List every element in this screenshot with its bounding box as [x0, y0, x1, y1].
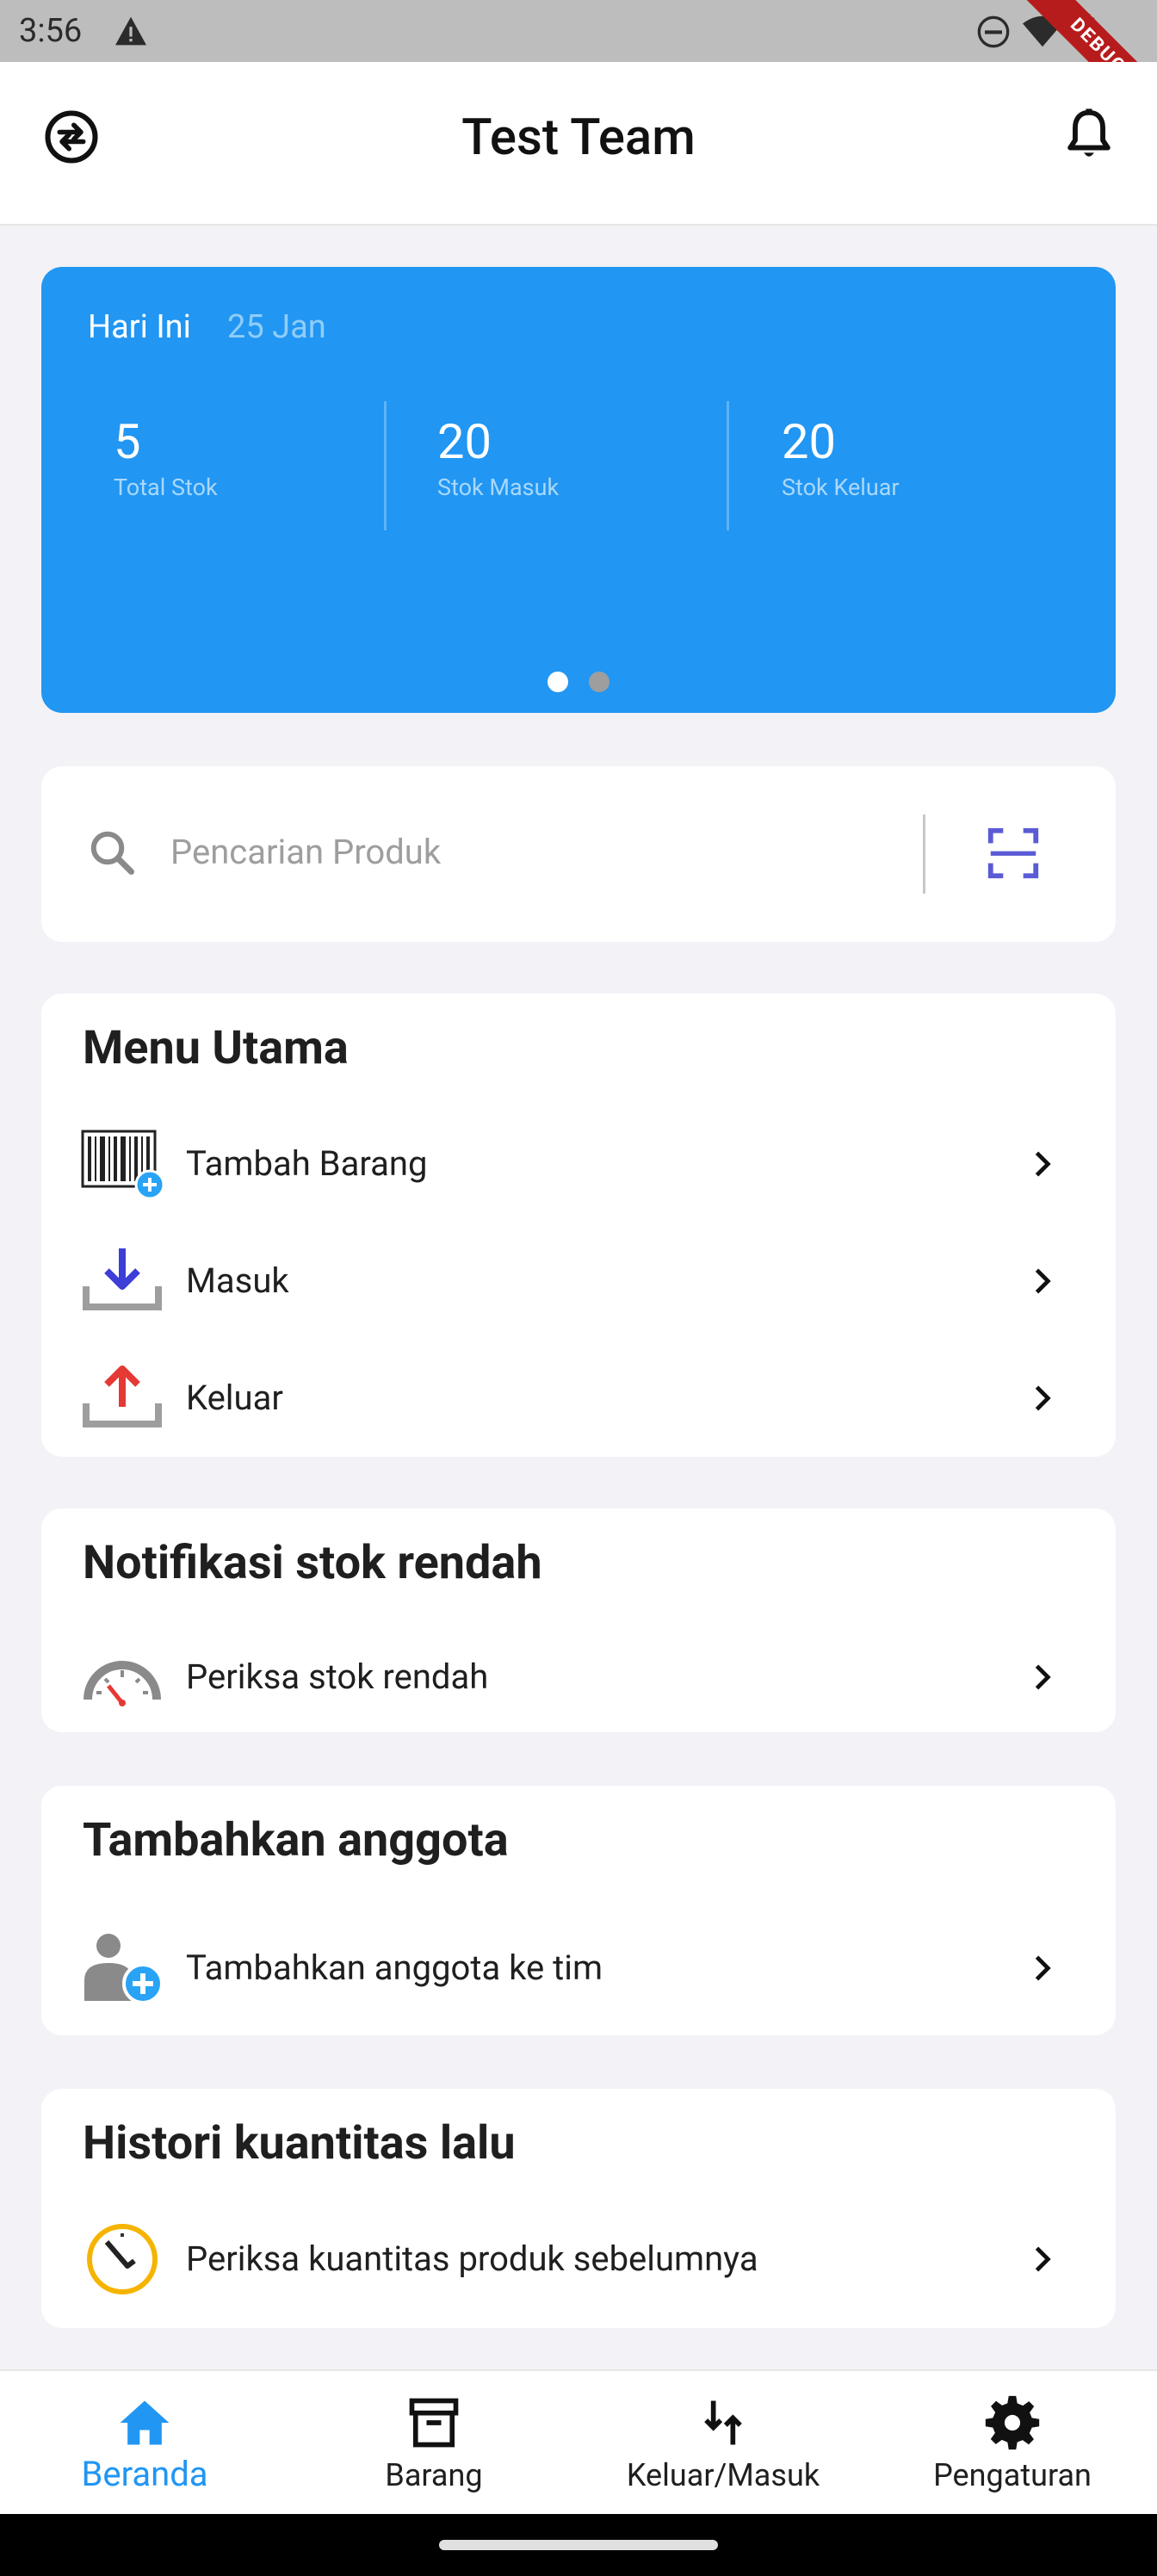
barcode-scan-icon[interactable] — [983, 823, 1043, 883]
stat-stock-in: 20 Stok Masuk — [437, 413, 559, 501]
stat-stock-out: 20 Stok Keluar — [782, 413, 900, 501]
add-member-card: Tambahkan anggota Tambahkan anggota ke t… — [41, 1786, 1116, 2035]
nav-in-out[interactable]: Keluar/Masuk — [578, 2371, 868, 2516]
chevron-right-icon — [1035, 1268, 1051, 1294]
low-stock-title: Notifikasi stok rendah — [83, 1536, 542, 1590]
search-divider — [923, 814, 925, 894]
status-time: 3:56 — [19, 12, 83, 50]
menu-item-label: Tambah Barang — [186, 1143, 428, 1184]
nav-settings[interactable]: Pengaturan — [868, 2371, 1157, 2516]
carousel-dot[interactable] — [589, 672, 609, 692]
menu-item-stock-out[interactable]: Keluar — [41, 1341, 1116, 1453]
carousel-dot-active[interactable] — [548, 672, 568, 692]
product-search-bar[interactable]: Pencarian Produk — [41, 766, 1116, 942]
gear-icon — [985, 2395, 1040, 2450]
do-not-disturb-icon — [977, 15, 1010, 48]
add-member-title: Tambahkan anggota — [83, 1813, 509, 1867]
chevron-right-icon — [1035, 1151, 1051, 1177]
chevron-right-icon — [1035, 2246, 1051, 2272]
add-person-icon — [84, 1934, 164, 2004]
bottom-navigation: Beranda Barang Keluar/Masuk Pengaturan — [0, 2369, 1157, 2514]
stat-label: Stok Masuk — [437, 474, 560, 501]
summary-carousel[interactable]: Hari Ini 25 Jan 5 Total Stok 20 Stok Mas… — [41, 267, 1116, 713]
home-icon — [120, 2400, 170, 2445]
search-input[interactable]: Pencarian Produk — [170, 832, 441, 872]
nav-products[interactable]: Barang — [289, 2371, 578, 2516]
archive-box-icon — [409, 2398, 459, 2448]
nav-label: Pengaturan — [933, 2457, 1092, 2493]
summary-date: 25 Jan — [227, 308, 326, 346]
menu-item-label: Tambahkan anggota ke tim — [186, 1947, 603, 1988]
notification-bell-icon[interactable] — [1059, 105, 1119, 165]
check-low-stock-item[interactable]: Periksa stok rendah — [41, 1620, 1116, 1732]
summary-day-label: Hari Ini — [88, 308, 191, 346]
stat-divider — [384, 401, 387, 530]
upload-tray-icon — [83, 1365, 162, 1427]
stat-value: 5 — [114, 413, 141, 470]
low-stock-card: Notifikasi stok rendah Periksa stok rend… — [41, 1508, 1116, 1732]
menu-item-stock-in[interactable]: Masuk — [41, 1224, 1116, 1336]
stat-label: Total Stok — [114, 474, 218, 501]
stat-label: Stok Keluar — [782, 474, 900, 501]
menu-item-label: Masuk — [186, 1260, 289, 1301]
history-title: Histori kuantitas lalu — [83, 2116, 516, 2170]
nav-label: Beranda — [81, 2454, 208, 2494]
history-card: Histori kuantitas lalu Periksa kuantitas… — [41, 2089, 1116, 2328]
menu-item-label: Periksa stok rendah — [186, 1656, 489, 1697]
chevron-right-icon — [1035, 1385, 1051, 1411]
carousel-indicator — [41, 672, 1116, 692]
nav-label: Keluar/Masuk — [626, 2457, 820, 2493]
stat-value: 20 — [782, 413, 836, 470]
check-history-item[interactable]: Periksa kuantitas produk sebelumnya — [41, 2202, 1116, 2314]
stat-value: 20 — [437, 413, 492, 470]
stat-divider — [727, 401, 729, 530]
main-menu-card: Menu Utama Tambah Barang Masuk Keluar — [41, 994, 1116, 1457]
home-gesture-handle[interactable] — [439, 2540, 718, 2550]
barcode-add-icon — [81, 1130, 164, 1200]
gauge-icon — [84, 1661, 161, 1706]
menu-item-label: Keluar — [186, 1378, 283, 1418]
nav-label: Barang — [385, 2457, 483, 2493]
menu-item-add-product[interactable]: Tambah Barang — [41, 1107, 1116, 1219]
status-bar: 3:56 DEBUG — [0, 0, 1157, 141]
nav-home[interactable]: Beranda — [0, 2371, 289, 2516]
download-tray-icon — [83, 1248, 162, 1310]
app-bar: Test Team — [0, 62, 1157, 226]
menu-item-label: Periksa kuantitas produk sebelumnya — [186, 2239, 758, 2279]
chevron-right-icon — [1035, 1664, 1051, 1690]
system-navigation-bar — [0, 2514, 1157, 2576]
chevron-right-icon — [1035, 1955, 1051, 1981]
search-icon — [90, 831, 134, 875]
warning-icon — [115, 16, 146, 46]
clock-icon — [87, 2224, 158, 2294]
add-member-item[interactable]: Tambahkan anggota ke tim — [41, 1911, 1116, 2023]
main-menu-title: Menu Utama — [83, 1021, 349, 1075]
stat-total-stock: 5 Total Stok — [114, 413, 218, 501]
swap-vertical-icon — [704, 2400, 742, 2445]
page-title: Test Team — [461, 108, 696, 167]
